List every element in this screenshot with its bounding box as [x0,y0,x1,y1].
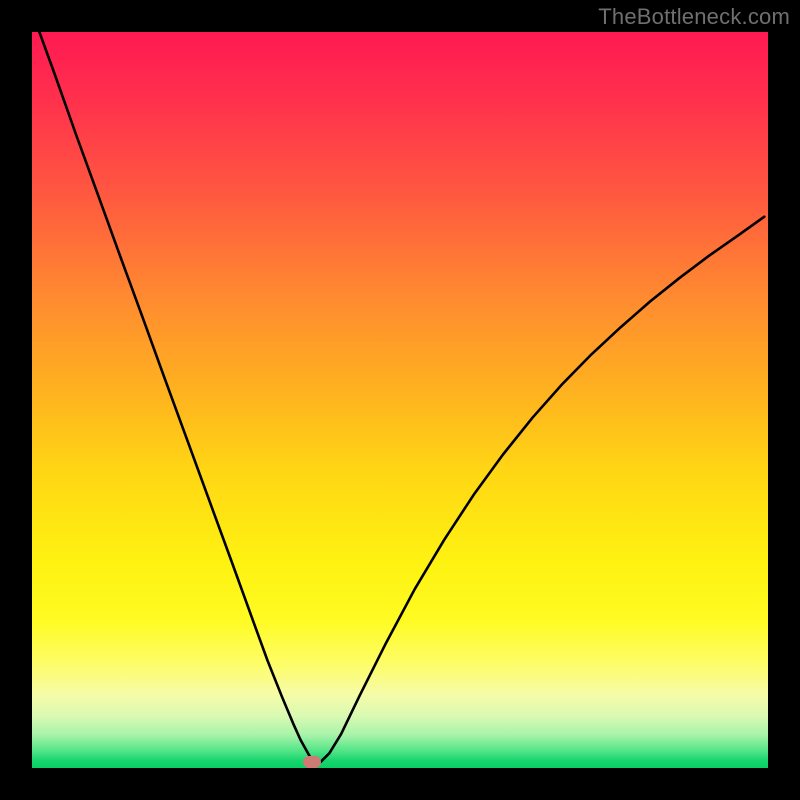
min-marker [303,756,321,768]
background-gradient [32,32,768,768]
watermark-text: TheBottleneck.com [598,4,790,30]
plot-area [32,32,768,768]
chart-canvas: TheBottleneck.com [0,0,800,800]
